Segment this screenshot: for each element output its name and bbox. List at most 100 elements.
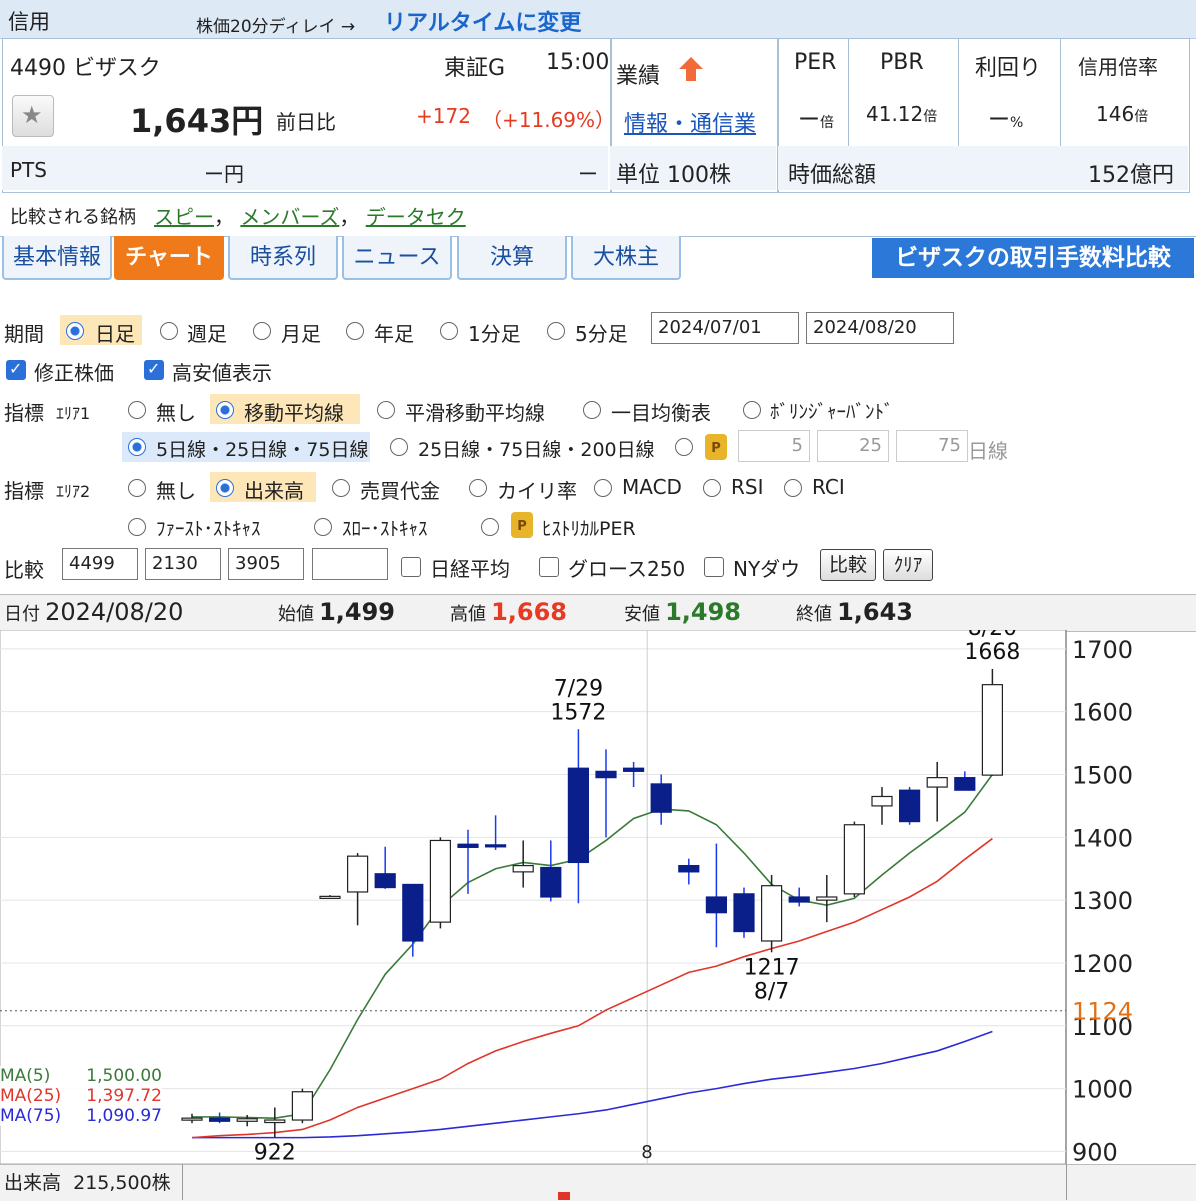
period-weekly-label[interactable]: 週足 <box>187 318 227 347</box>
area2-hist-per-label[interactable]: ﾋｽﾄﾘｶﾙPER <box>542 514 636 541</box>
area2-fast-stoch-label[interactable]: ﾌｧｰｽﾄ･ｽﾄｷｬｽ <box>156 514 261 541</box>
area2-deviation-label[interactable]: カイリ率 <box>497 475 577 504</box>
ma-set2-radio[interactable] <box>390 438 408 456</box>
area1-none-label[interactable]: 無し <box>156 397 196 426</box>
area2-turnover-label[interactable]: 売買代金 <box>360 475 440 504</box>
area2-slow-stoch-label[interactable]: ｽﾛｰ･ｽﾄｷｬｽ <box>342 514 428 541</box>
results-label[interactable]: 業績 <box>616 58 660 90</box>
compare-code-1[interactable]: 4499 <box>62 548 138 580</box>
area2-fast-stoch-radio[interactable] <box>128 518 146 536</box>
area2-deviation-radio[interactable] <box>469 479 487 497</box>
clear-button[interactable]: ｸﾘｱ <box>883 549 933 581</box>
compare-code-2[interactable]: 2130 <box>145 548 221 580</box>
candle-body <box>567 767 590 864</box>
tab-chart[interactable]: チャート <box>114 236 224 280</box>
period-yearly-label[interactable]: 年足 <box>374 318 414 347</box>
area1-bollinger-label[interactable]: ﾎﾞﾘﾝｼﾞｬｰﾊﾞﾝﾄﾞ <box>770 397 894 424</box>
compared-link[interactable]: メンバーズ <box>240 205 339 229</box>
area1-none-radio[interactable] <box>128 401 146 419</box>
date-to-input[interactable]: 2024/08/20 <box>806 312 954 344</box>
compared-link[interactable]: データセク <box>366 205 466 229</box>
growth250-label[interactable]: グロース250 <box>568 553 685 582</box>
area2-macd-radio[interactable] <box>594 479 612 497</box>
tab-earnings[interactable]: 決算 <box>457 236 567 280</box>
ma-unit-label: 日線 <box>968 439 1008 463</box>
area2-volume-label[interactable]: 出来高 <box>244 475 304 504</box>
tab-news[interactable]: ニュース <box>342 236 452 280</box>
area1-smooth-ma-label[interactable]: 平滑移動平均線 <box>405 397 545 426</box>
area2-rci-label[interactable]: RCI <box>812 475 845 499</box>
hilo-label[interactable]: 高安値表示 <box>172 357 272 386</box>
ma-set2-label[interactable]: 25日線・75日線・200日線 <box>418 435 655 462</box>
compare-label: 比較 <box>4 558 44 582</box>
realtime-link[interactable]: リアルタイムに変更 <box>384 5 581 37</box>
compare-code-4[interactable] <box>312 548 388 580</box>
period-monthly-label[interactable]: 月足 <box>281 318 321 347</box>
annotation-value: 1572 <box>550 700 606 725</box>
area2-slow-stoch-radio[interactable] <box>314 518 332 536</box>
candle-body <box>236 1118 258 1122</box>
ohlc-low: 安値 1,498 <box>624 598 742 626</box>
quote-time: 15:00 <box>546 50 610 75</box>
favorite-star-button[interactable]: ★ <box>12 95 54 137</box>
area2-rsi-label[interactable]: RSI <box>731 475 764 499</box>
pts-price: ー円 <box>204 162 244 186</box>
area2-none-radio[interactable] <box>128 479 146 497</box>
ma-set1-radio[interactable] <box>128 438 146 456</box>
period-daily-radio[interactable] <box>66 322 84 340</box>
ma-custom-radio[interactable] <box>675 438 693 456</box>
area1-ma-radio[interactable] <box>216 401 234 419</box>
compared-link[interactable]: スピー <box>154 205 214 229</box>
nydow-checkbox[interactable] <box>704 557 724 577</box>
candle-body <box>871 795 893 807</box>
metrics-divider <box>1060 38 1061 146</box>
period-1min-label[interactable]: 1分足 <box>468 318 521 347</box>
ma-custom-3-input[interactable]: 75 <box>896 430 968 462</box>
tab-basic-info[interactable]: 基本情報 <box>2 236 112 280</box>
candle-body <box>374 873 396 889</box>
area1-ichimoku-label[interactable]: 一目均衡表 <box>611 397 711 426</box>
area2-rsi-radio[interactable] <box>703 479 721 497</box>
adjusted-price-label[interactable]: 修正株価 <box>34 357 114 386</box>
area2-turnover-radio[interactable] <box>332 479 350 497</box>
per-label: PER <box>794 50 837 75</box>
area2-macd-label[interactable]: MACD <box>622 475 682 499</box>
hilo-checkbox[interactable] <box>144 359 164 380</box>
ma-custom-2-input[interactable]: 25 <box>817 430 889 462</box>
tab-time-series[interactable]: 時系列 <box>228 236 338 280</box>
area1-ichimoku-radio[interactable] <box>583 401 601 419</box>
period-weekly-radio[interactable] <box>160 322 178 340</box>
period-monthly-radio[interactable] <box>253 322 271 340</box>
area2-volume-radio[interactable] <box>216 479 234 497</box>
date-from-input[interactable]: 2024/07/01 <box>651 312 799 344</box>
compare-button[interactable]: 比較 <box>820 549 876 581</box>
fee-compare-link[interactable]: ビザスクの取引手数料比較 <box>872 238 1194 278</box>
tab-major-shareholders[interactable]: 大株主 <box>571 236 681 280</box>
industry-link[interactable]: 情報・通信業 <box>624 106 756 138</box>
pbr-value: 41.12倍 <box>866 102 938 126</box>
period-5min-label[interactable]: 5分足 <box>575 318 628 347</box>
growth250-checkbox[interactable] <box>539 557 559 577</box>
area1-smooth-ma-radio[interactable] <box>377 401 395 419</box>
period-1min-radio[interactable] <box>440 322 458 340</box>
period-label: 期間 <box>4 322 44 346</box>
adjusted-price-checkbox[interactable] <box>6 359 26 380</box>
price-chart[interactable]: 9001000110012001300140015001600170081124… <box>0 630 1196 1164</box>
area2-none-label[interactable]: 無し <box>156 475 196 504</box>
nydow-label[interactable]: NYダウ <box>733 553 800 582</box>
candle-body <box>843 824 866 895</box>
y-tick-label: 1600 <box>1072 699 1133 727</box>
area1-ma-label[interactable]: 移動平均線 <box>244 397 344 426</box>
ohlc-high: 高値 1,668 <box>450 598 568 626</box>
nikkei-checkbox[interactable] <box>401 557 421 577</box>
area1-bollinger-radio[interactable] <box>743 401 761 419</box>
ma-custom-1-input[interactable]: 5 <box>738 430 810 462</box>
compare-code-3[interactable]: 3905 <box>228 548 304 580</box>
area2-hist-per-radio[interactable] <box>481 518 499 536</box>
period-yearly-radio[interactable] <box>346 322 364 340</box>
period-5min-radio[interactable] <box>547 322 565 340</box>
period-daily-label[interactable]: 日足 <box>95 318 135 347</box>
area2-rci-radio[interactable] <box>784 479 802 497</box>
ma-set1-label[interactable]: 5日線・25日線・75日線 <box>156 435 368 462</box>
nikkei-label[interactable]: 日経平均 <box>430 553 510 582</box>
